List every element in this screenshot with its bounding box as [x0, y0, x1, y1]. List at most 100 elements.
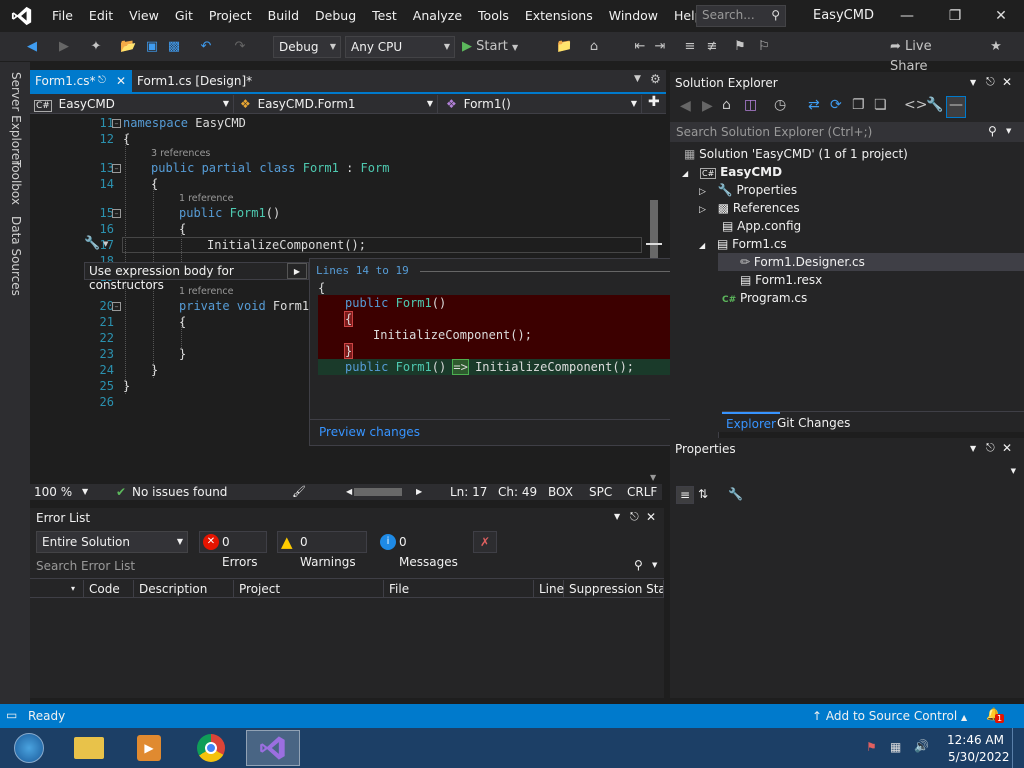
start-orb-icon[interactable] — [2, 730, 56, 766]
comment-icon[interactable]: ≡ — [682, 37, 698, 57]
menu-file[interactable]: File — [44, 0, 81, 32]
tree-solution-root[interactable]: ▦ Solution 'EasyCMD' (1 of 1 project) — [684, 147, 908, 161]
toolbox-tab[interactable]: Toolbox — [9, 160, 23, 205]
error-search[interactable]: Search Error List ⚲ ▼ — [30, 557, 664, 575]
collapse-icon[interactable]: – — [112, 302, 121, 311]
line-ending[interactable]: CRLF — [627, 484, 657, 500]
menu-git[interactable]: Git — [167, 0, 201, 32]
open-folder-icon[interactable]: 📂 — [120, 37, 136, 57]
chevron-right-icon[interactable]: ▶ — [287, 263, 307, 279]
sync-icon[interactable]: ⇄ — [808, 97, 820, 113]
chevron-down-icon[interactable]: ▼ — [970, 78, 976, 87]
forward-icon[interactable]: ▶ — [56, 37, 72, 57]
show-all-files-icon[interactable]: ❏ — [874, 97, 887, 113]
minimize-button[interactable]: — — [884, 0, 930, 32]
scroll-left-icon[interactable]: ◀ — [346, 484, 352, 500]
file-explorer-icon[interactable] — [62, 730, 116, 766]
messages-filter-button[interactable]: i 0 Messages — [376, 531, 462, 569]
server-explorer-tab[interactable]: Server Explorer — [9, 72, 23, 165]
media-player-icon[interactable]: ▶ — [122, 730, 176, 766]
close-icon[interactable]: ✕ — [1002, 441, 1012, 455]
codelens-references[interactable]: 1 reference — [179, 193, 233, 204]
redo-icon[interactable]: ↷ — [232, 37, 248, 57]
chevron-down-icon[interactable]: ▼ — [652, 561, 657, 569]
project-dropdown[interactable]: C# EasyCMD ▼ — [30, 95, 234, 113]
tree-item-properties[interactable]: ▷ 🔧 Properties — [699, 183, 797, 197]
alphabetical-icon[interactable]: ⇅ — [698, 487, 708, 501]
menu-test[interactable]: Test — [364, 0, 405, 32]
selection-mode[interactable]: BOX — [548, 484, 573, 500]
close-icon[interactable]: ✕ — [1002, 75, 1012, 89]
feedback-icon[interactable]: ★ — [986, 37, 1006, 57]
collapse-icon[interactable]: – — [112, 164, 121, 173]
column-file[interactable]: File — [384, 580, 534, 598]
column-suppression-state[interactable]: Suppression State — [564, 580, 664, 598]
browse-icon[interactable]: 📁 — [556, 37, 572, 57]
view-code-icon[interactable]: <> — [904, 97, 927, 113]
properties-wrench-icon[interactable]: 🔧 — [926, 97, 943, 113]
maximize-button[interactable]: ❐ — [932, 0, 978, 32]
action-center-icon[interactable]: ⚑ — [866, 740, 877, 754]
menu-extensions[interactable]: Extensions — [517, 0, 601, 32]
tree-project[interactable]: ◢ C# EasyCMD — [682, 165, 782, 179]
tab-overflow-icon[interactable]: ▼ — [634, 74, 641, 84]
column-sort-icon[interactable]: ▾ — [66, 580, 84, 598]
refresh-icon[interactable]: ⟳ — [830, 97, 842, 113]
preview-changes-link[interactable]: Preview changes — [319, 425, 420, 439]
tree-item-references[interactable]: ▷ ▩ References — [699, 201, 800, 215]
collapsed-chevron-icon[interactable]: ▷ — [699, 187, 706, 197]
close-icon[interactable]: ✕ — [646, 510, 656, 524]
menu-tools[interactable]: Tools — [470, 0, 517, 32]
back-icon[interactable]: ◀ — [680, 98, 691, 114]
solution-search[interactable]: Search Solution Explorer (Ctrl+;) ⚲ ▼ — [670, 122, 1024, 142]
cleanup-icon[interactable]: 🖌 — [292, 484, 306, 500]
object-selector[interactable]: ▼ — [674, 462, 1018, 482]
new-project-icon[interactable]: ✦ — [88, 37, 104, 57]
visual-studio-taskbar-icon[interactable] — [246, 730, 300, 766]
save-icon[interactable]: ▣ — [144, 37, 160, 57]
member-dropdown[interactable]: ❖ Form1() ▼ — [442, 95, 642, 113]
warnings-filter-button[interactable]: ▲ 0 Warnings — [277, 531, 367, 569]
quick-action-item[interactable]: Use expression body for constructors — [89, 264, 308, 292]
tab-form1-design[interactable]: Form1.cs [Design]* — [132, 70, 282, 92]
tree-item-app-config[interactable]: ▤ App.config — [722, 219, 801, 233]
settings-gear-icon[interactable]: ⚙ — [650, 72, 661, 86]
line-indicator[interactable]: Ln: 17 — [450, 484, 487, 500]
live-share-button[interactable]: ➦ Live Share — [890, 37, 970, 74]
tab-form1-cs[interactable]: Form1.cs* ⎋ ✕ — [30, 70, 132, 92]
column-description[interactable]: Description — [134, 580, 234, 598]
zoom-level[interactable]: 100 % — [34, 484, 72, 500]
pin-icon[interactable]: ⎋ — [630, 510, 639, 524]
tree-item-form1-resx[interactable]: ▤ Form1.resx — [740, 273, 822, 287]
pin-icon[interactable]: ⎋ — [986, 441, 995, 455]
split-editor-icon[interactable]: ✚ — [648, 94, 660, 110]
bookmark-prev-icon[interactable]: ⚐ — [756, 37, 772, 57]
save-all-icon[interactable]: ▩ — [166, 37, 182, 57]
collapsed-chevron-icon[interactable]: ▷ — [699, 205, 706, 215]
collapse-icon[interactable]: – — [112, 119, 121, 128]
home-icon[interactable]: ⌂ — [722, 97, 731, 113]
tree-item-form1-cs[interactable]: ◢ ▤ Form1.cs — [699, 237, 787, 251]
menu-analyze[interactable]: Analyze — [405, 0, 470, 32]
menu-debug[interactable]: Debug — [307, 0, 364, 32]
menu-window[interactable]: Window — [601, 0, 666, 32]
tab-git-changes[interactable]: Git Changes — [777, 414, 850, 432]
outdent-icon[interactable]: ⇥ — [652, 37, 668, 57]
quick-actions-icon[interactable]: 🔧 — [84, 236, 100, 251]
property-pages-wrench-icon[interactable]: 🔧 — [728, 487, 743, 501]
chrome-icon[interactable] — [184, 730, 238, 766]
collapse-all-icon[interactable]: ❐ — [852, 97, 865, 113]
scroll-down-icon[interactable]: ▼ — [650, 473, 656, 482]
configuration-dropdown[interactable]: Debug ▼ — [273, 36, 341, 58]
close-button[interactable]: ✕ — [978, 0, 1024, 32]
expand-icon[interactable]: ◢ — [699, 241, 705, 250]
menu-view[interactable]: View — [121, 0, 167, 32]
clock-date[interactable]: 5/30/2022 — [948, 750, 1010, 764]
back-icon[interactable]: ◀ — [24, 37, 40, 57]
scroll-right-icon[interactable]: ▶ — [416, 484, 422, 500]
column-project[interactable]: Project — [234, 580, 384, 598]
chevron-down-icon[interactable]: ▼ — [82, 484, 88, 500]
whitespace-mode[interactable]: SPC — [589, 484, 612, 500]
chevron-down-icon[interactable]: ▼ — [614, 512, 620, 521]
switch-views-icon[interactable]: ◫ — [744, 97, 757, 113]
